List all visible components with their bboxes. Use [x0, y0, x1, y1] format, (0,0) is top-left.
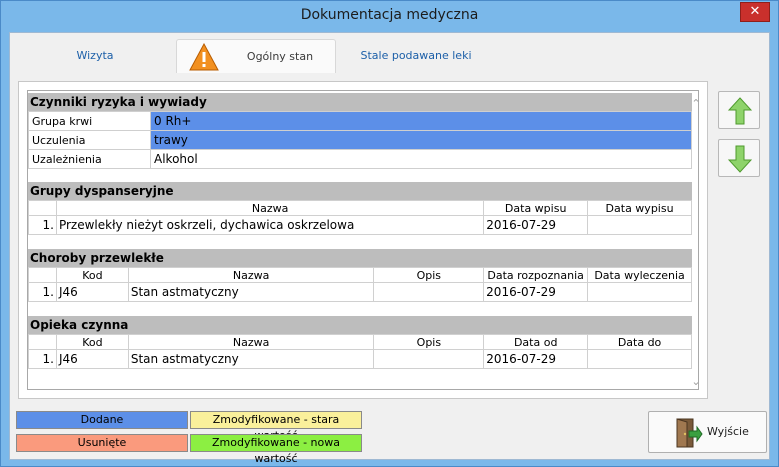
scroll-up-icon[interactable]: ⌃ — [690, 98, 702, 110]
section-header-grupy: Grupy dyspanseryjne — [28, 182, 692, 200]
cell-opis — [373, 349, 485, 369]
arrow-down-icon — [728, 145, 752, 173]
cell-lp: 1. — [28, 349, 57, 369]
title-bar[interactable]: Dokumentacja medyczna ✕ — [1, 1, 778, 32]
legend-dodane: Dodane — [16, 411, 188, 429]
records-view: Czynniki ryzyka i wywiady Grupa krwi 0 R… — [27, 90, 699, 390]
opieka-table: Kod Nazwa Opis Data od Data do 1. J46 St… — [28, 334, 692, 369]
column-header: Data wypisu — [587, 200, 692, 216]
section-header-czynniki: Czynniki ryzyka i wywiady — [28, 93, 692, 111]
tab-wizyta[interactable]: Wizyta — [50, 39, 140, 73]
exit-door-icon — [676, 418, 703, 448]
table-row[interactable]: 1. Przewlekły nieżyt oskrzeli, dychawica… — [28, 215, 692, 235]
cell-nazwa: Stan astmatyczny — [127, 349, 375, 369]
legend-zmodyfikowane-nowa: Zmodyfikowane - nowa wartość — [190, 434, 362, 465]
tab-stale-podawane-leki[interactable]: Stale podawane leki — [346, 39, 486, 73]
cell-data-od: 2016-07-29 — [483, 349, 589, 369]
column-header — [28, 334, 57, 350]
close-button[interactable]: ✕ — [740, 2, 770, 22]
column-header: Kod — [55, 334, 129, 350]
cell-data-do — [587, 349, 692, 369]
column-header: Data od — [483, 334, 589, 350]
warning-icon — [189, 43, 219, 71]
column-header: Data do — [587, 334, 692, 350]
row-value: Alkohol — [150, 149, 692, 169]
grupy-table: Nazwa Data wpisu Data wypisu 1. Przewlek… — [28, 200, 692, 235]
column-header: Nazwa — [127, 267, 375, 283]
client-area: Wizyta Ogólny stan zdrowia Stale podawan… — [9, 32, 770, 465]
exit-button[interactable]: Wyjście — [648, 411, 767, 453]
cell-opis — [373, 282, 485, 302]
cell-kod: J46 — [55, 282, 129, 302]
move-down-button[interactable] — [718, 139, 760, 177]
cell-lp: 1. — [28, 282, 57, 302]
cell-lp: 1. — [28, 215, 57, 235]
window-title: Dokumentacja medyczna — [300, 7, 479, 23]
choroby-table: Kod Nazwa Opis Data rozpoznania Data wyl… — [28, 267, 692, 302]
legend-zmodyfikowane-stara: Zmodyfikowane - stara wartość — [190, 411, 362, 442]
table-row[interactable]: Uczulenia trawy — [28, 130, 692, 150]
move-up-button[interactable] — [718, 91, 760, 129]
cell-data-wypisu — [587, 215, 692, 235]
cell-nazwa: Przewlekły nieżyt oskrzeli, dychawica os… — [55, 215, 485, 235]
vertical-scrollbar[interactable]: ⌃ ⌄ — [688, 90, 704, 390]
table-row[interactable]: 1. J46 Stan astmatyczny 2016-07-29 — [28, 282, 692, 302]
column-header: Data wyleczenia — [587, 267, 692, 283]
scroll-down-icon[interactable]: ⌄ — [690, 376, 702, 388]
table-row[interactable]: 1. J46 Stan astmatyczny 2016-07-29 — [28, 349, 692, 369]
content-panel: Czynniki ryzyka i wywiady Grupa krwi 0 R… — [18, 81, 708, 399]
legend-usuniete: Usunięte — [16, 434, 188, 452]
column-header — [28, 200, 57, 216]
column-header: Opis — [373, 267, 485, 283]
column-header: Nazwa — [127, 334, 375, 350]
table-row[interactable]: Uzależnienia Alkohol — [28, 149, 692, 169]
cell-data-wyleczenia — [587, 282, 692, 302]
section-header-opieka: Opieka czynna — [28, 316, 692, 334]
column-header: Opis — [373, 334, 485, 350]
exit-label: Wyjście — [707, 425, 749, 438]
cell-data-wpisu: 2016-07-29 — [483, 215, 589, 235]
tab-ogolny-stan-zdrowia[interactable]: Ogólny stan zdrowia — [176, 39, 336, 97]
column-header: Data rozpoznania — [483, 267, 589, 283]
row-value: 0 Rh+ — [150, 111, 692, 131]
row-label: Grupa krwi — [28, 111, 151, 131]
column-header: Data wpisu — [483, 200, 589, 216]
cell-kod: J46 — [55, 349, 129, 369]
arrow-up-icon — [728, 97, 752, 125]
row-label: Uzależnienia — [28, 149, 151, 169]
tab-label: Stale podawane leki — [360, 49, 472, 62]
column-header: Nazwa — [55, 200, 485, 216]
table-row[interactable]: Grupa krwi 0 Rh+ — [28, 111, 692, 131]
main-window: Dokumentacja medyczna ✕ Wizyta Ogólny st… — [0, 0, 779, 467]
row-label: Uczulenia — [28, 130, 151, 150]
czynniki-table: Grupa krwi 0 Rh+ Uczulenia trawy Uzależn… — [28, 111, 692, 169]
column-header: Kod — [55, 267, 129, 283]
column-header — [28, 267, 57, 283]
cell-data-rozpoznania: 2016-07-29 — [483, 282, 589, 302]
row-value: trawy — [150, 130, 692, 150]
section-header-choroby: Choroby przewlekłe — [28, 249, 692, 267]
cell-nazwa: Stan astmatyczny — [127, 282, 375, 302]
tab-label: Wizyta — [76, 49, 114, 62]
